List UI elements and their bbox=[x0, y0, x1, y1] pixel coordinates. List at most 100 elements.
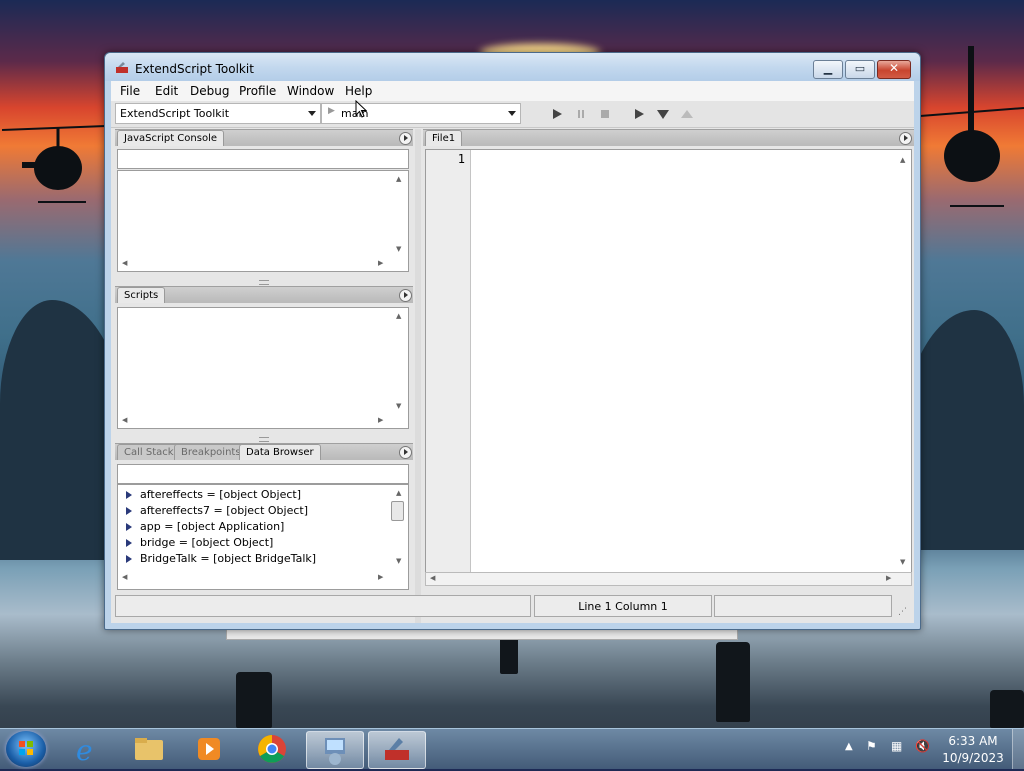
status-message bbox=[115, 595, 531, 617]
scripts-panel-header: Scripts bbox=[115, 286, 413, 303]
scroll-down-icon[interactable]: ▼ bbox=[900, 558, 905, 566]
scroll-up-icon[interactable]: ▲ bbox=[396, 489, 401, 497]
run-icon[interactable] bbox=[550, 107, 564, 121]
panel-menu-icon[interactable] bbox=[399, 289, 412, 302]
chrome-icon bbox=[258, 735, 286, 763]
menu-help[interactable]: Help bbox=[345, 84, 372, 98]
scroll-up-icon[interactable]: ▲ bbox=[396, 175, 401, 183]
panel-menu-icon[interactable] bbox=[399, 446, 412, 459]
taskbar: e ▲ ⚑ ▦ 🔇 6:33 AM 10/9/2023 bbox=[0, 728, 1024, 769]
expand-triangle-icon[interactable] bbox=[126, 555, 132, 563]
taskbar-media-player[interactable] bbox=[182, 731, 238, 767]
wallpaper-soldier bbox=[716, 642, 750, 722]
installer-icon bbox=[325, 738, 345, 765]
engine-select[interactable]: ▶ main bbox=[321, 103, 521, 124]
volume-muted-icon[interactable]: 🔇 bbox=[915, 739, 930, 753]
tab-scripts[interactable]: Scripts bbox=[117, 287, 166, 303]
title-bar[interactable]: ExtendScript Toolkit ▁ ▭ ✕ bbox=[105, 53, 920, 81]
menu-debug[interactable]: Debug bbox=[190, 84, 229, 98]
scroll-left-icon[interactable]: ◀ bbox=[122, 573, 127, 581]
list-item[interactable]: BridgeTalk = [object BridgeTalk] bbox=[126, 552, 316, 568]
console-panel-header: JavaScript Console bbox=[115, 129, 413, 146]
stop-icon[interactable] bbox=[598, 107, 612, 121]
start-button[interactable] bbox=[6, 731, 46, 767]
minimize-button[interactable]: ▁ bbox=[813, 60, 843, 79]
scroll-right-icon[interactable]: ▶ bbox=[378, 259, 383, 267]
data-browser-list[interactable]: aftereffects = [object Object] aftereffe… bbox=[117, 484, 409, 590]
editor-tab-bar: File1 bbox=[423, 129, 914, 146]
scripts-list[interactable]: ▲ ▼ ◀ ▶ bbox=[117, 307, 409, 429]
tab-javascript-console[interactable]: JavaScript Console bbox=[117, 130, 225, 146]
panel-menu-icon[interactable] bbox=[399, 132, 412, 145]
taskbar-installer[interactable] bbox=[306, 731, 364, 769]
tab-call-stack[interactable]: Call Stack bbox=[117, 444, 181, 460]
status-position: Line 1 Column 1 bbox=[534, 595, 712, 617]
taskbar-file-explorer[interactable] bbox=[121, 731, 177, 767]
scroll-down-icon[interactable]: ▼ bbox=[396, 245, 401, 253]
extendscript-icon bbox=[385, 738, 409, 760]
clock-time[interactable]: 6:33 AM bbox=[938, 734, 1008, 748]
toolbar: ExtendScript Toolkit ▶ main bbox=[111, 101, 914, 128]
extendscript-window: ExtendScript Toolkit ▁ ▭ ✕ File Edit Deb… bbox=[104, 52, 921, 630]
expand-triangle-icon[interactable] bbox=[126, 523, 132, 531]
menu-edit[interactable]: Edit bbox=[155, 84, 178, 98]
taskbar-extendscript-toolkit[interactable] bbox=[368, 731, 426, 769]
wallpaper-soldier bbox=[990, 690, 1024, 728]
panel-menu-icon[interactable] bbox=[899, 132, 912, 145]
target-app-value: ExtendScript Toolkit bbox=[120, 107, 230, 120]
folder-icon bbox=[135, 738, 163, 760]
maximize-button[interactable]: ▭ bbox=[845, 60, 875, 79]
menu-profile[interactable]: Profile bbox=[239, 84, 276, 98]
vertical-splitter[interactable] bbox=[415, 129, 421, 623]
clock-date[interactable]: 10/9/2023 bbox=[938, 751, 1008, 765]
tab-data-browser[interactable]: Data Browser bbox=[239, 444, 321, 460]
code-editor[interactable]: 1 ▲ ▼ bbox=[425, 149, 912, 573]
menu-window[interactable]: Window bbox=[287, 84, 334, 98]
chevron-down-icon bbox=[308, 111, 316, 116]
close-button[interactable]: ✕ bbox=[877, 60, 911, 79]
scroll-right-icon[interactable]: ▶ bbox=[378, 573, 383, 581]
editor-horizontal-scrollbar[interactable]: ◀ ▶ bbox=[425, 572, 912, 586]
scroll-up-icon[interactable]: ▲ bbox=[900, 156, 905, 164]
panel-resize-grip[interactable] bbox=[259, 280, 269, 285]
resize-grip-icon[interactable]: ⋰ bbox=[898, 607, 907, 617]
show-hidden-icons[interactable]: ▲ bbox=[845, 741, 853, 752]
step-out-icon[interactable] bbox=[680, 107, 694, 121]
scroll-left-icon[interactable]: ◀ bbox=[430, 574, 435, 582]
step-over-icon[interactable] bbox=[632, 107, 646, 121]
tab-breakpoints[interactable]: Breakpoints bbox=[174, 444, 248, 460]
scroll-left-icon[interactable]: ◀ bbox=[122, 416, 127, 424]
expand-triangle-icon[interactable] bbox=[126, 539, 132, 547]
list-item[interactable]: aftereffects7 = [object Object] bbox=[126, 504, 308, 520]
scroll-down-icon[interactable]: ▼ bbox=[396, 402, 401, 410]
step-into-icon[interactable] bbox=[656, 107, 670, 121]
pause-icon[interactable] bbox=[574, 107, 588, 121]
expand-triangle-icon[interactable] bbox=[126, 507, 132, 515]
scroll-down-icon[interactable]: ▼ bbox=[396, 557, 401, 565]
extendscript-app-icon bbox=[116, 62, 128, 73]
menu-file[interactable]: File bbox=[120, 84, 140, 98]
list-item[interactable]: aftereffects = [object Object] bbox=[126, 488, 301, 504]
taskbar-internet-explorer[interactable]: e bbox=[60, 731, 116, 767]
expand-triangle-icon[interactable] bbox=[126, 491, 132, 499]
network-icon[interactable]: ▦ bbox=[891, 739, 902, 753]
scroll-right-icon[interactable]: ▶ bbox=[378, 416, 383, 424]
wallpaper-soldier bbox=[236, 672, 272, 728]
show-desktop-button[interactable] bbox=[1012, 729, 1024, 769]
scroll-right-icon[interactable]: ▶ bbox=[886, 574, 891, 582]
tab-file1[interactable]: File1 bbox=[425, 130, 463, 146]
scroll-left-icon[interactable]: ◀ bbox=[122, 259, 127, 267]
svg-text:e: e bbox=[76, 734, 93, 767]
scrollbar-thumb[interactable] bbox=[391, 501, 404, 521]
panel-resize-grip[interactable] bbox=[259, 437, 269, 442]
scroll-up-icon[interactable]: ▲ bbox=[396, 312, 401, 320]
list-item[interactable]: bridge = [object Object] bbox=[126, 536, 273, 552]
data-browser-filter[interactable] bbox=[117, 464, 409, 484]
list-item[interactable]: app = [object Application] bbox=[126, 520, 284, 536]
taskbar-chrome[interactable] bbox=[244, 731, 300, 767]
debug-panel-header: Call Stack Breakpoints Data Browser bbox=[115, 443, 413, 460]
action-center-icon[interactable]: ⚑ bbox=[866, 739, 877, 753]
target-app-select[interactable]: ExtendScript Toolkit bbox=[115, 103, 321, 124]
console-output[interactable]: ▲ ▼ ◀ ▶ bbox=[117, 170, 409, 272]
console-input[interactable] bbox=[117, 149, 409, 169]
